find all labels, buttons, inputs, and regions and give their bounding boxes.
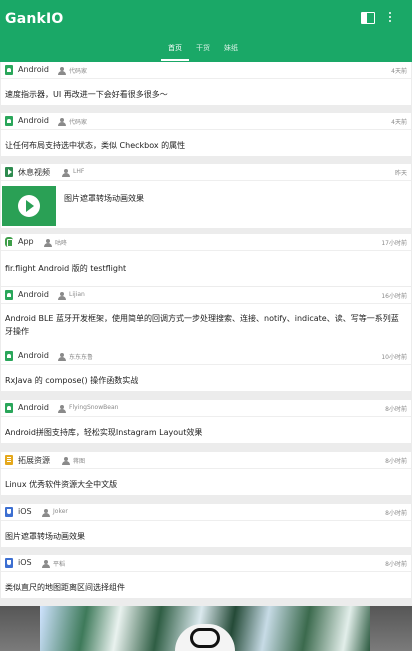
item-desc: Linux 优秀软件资源大全中文版 bbox=[5, 480, 118, 489]
play-icon bbox=[18, 195, 40, 217]
item-author: FlyingSnowBean bbox=[69, 404, 119, 411]
item-desc: fir.flight Android 版的 testflight bbox=[5, 264, 127, 273]
item-type: 拓展资源 bbox=[18, 456, 50, 465]
ios-icon bbox=[5, 558, 13, 568]
item-time: 16小时前 bbox=[381, 293, 407, 300]
item-header: Android 东东东鲁 10小时前 bbox=[1, 348, 411, 365]
android-icon bbox=[5, 351, 13, 361]
girl-photo[interactable] bbox=[0, 606, 412, 651]
app-title: GankIO bbox=[5, 11, 64, 27]
android-icon bbox=[5, 290, 13, 300]
item-type: Android bbox=[18, 351, 49, 360]
item-header: App 咕咚 17小时前 bbox=[1, 234, 411, 251]
list-item[interactable]: Android 代码家 4天前 让任何布局支持选中状态，类似 Checkbox … bbox=[1, 113, 411, 156]
ios-icon bbox=[5, 507, 13, 517]
item-type: Android bbox=[18, 403, 49, 412]
item-author: 代码家 bbox=[69, 68, 88, 75]
item-type: App bbox=[18, 237, 34, 246]
item-time: 8小时前 bbox=[385, 510, 407, 517]
item-desc: 让任何布局支持选中状态，类似 Checkbox 的属性 bbox=[5, 141, 186, 150]
item-author: LHF bbox=[73, 168, 85, 175]
item-desc: 类似直尺的地图距离区间选择组件 bbox=[5, 583, 125, 592]
person-icon bbox=[58, 353, 66, 361]
item-type: Android bbox=[18, 116, 49, 125]
item-header: iOS Joker 8小时前 bbox=[1, 504, 411, 521]
item-author: 平稻 bbox=[53, 561, 66, 568]
item-time: 4天前 bbox=[391, 119, 407, 126]
person-icon bbox=[58, 292, 66, 300]
list-item[interactable]: Android 代码家 4天前 速度指示器，UI 再改进一下会好看很多很多～ bbox=[1, 62, 411, 105]
item-desc: 图片遮罩转场动画效果 bbox=[5, 532, 85, 541]
photo-number-mark bbox=[190, 628, 220, 648]
list-item[interactable]: 休息视频 LHF 昨天 图片遮罩转场动画效果 bbox=[1, 164, 411, 228]
video-thumbnail[interactable] bbox=[2, 186, 56, 226]
item-header: Android 代码家 4天前 bbox=[1, 62, 411, 79]
item-type: iOS bbox=[18, 558, 32, 567]
list-item[interactable]: 拓展资源 蒋图 8小时前 Linux 优秀软件资源大全中文版 bbox=[1, 452, 411, 495]
tab-girls[interactable]: 妹纸 bbox=[219, 40, 243, 62]
tab-goods[interactable]: 干货 bbox=[191, 40, 215, 62]
person-icon bbox=[42, 560, 50, 568]
person-icon bbox=[58, 67, 66, 75]
list-item[interactable]: App 咕咚 17小时前 fir.flight Android 版的 testf… bbox=[1, 234, 411, 286]
item-desc: 速度指示器，UI 再改进一下会好看很多很多～ bbox=[5, 90, 168, 99]
item-type: iOS bbox=[18, 507, 32, 516]
item-time: 8小时前 bbox=[385, 458, 407, 465]
list-item[interactable]: Android Lijian 16小时前 Android BLE 蓝牙开发框架，… bbox=[1, 287, 411, 353]
list-item[interactable]: Android 东东东鲁 10小时前 RxJava 的 compose() 操作… bbox=[1, 348, 411, 391]
list-item[interactable]: iOS 平稻 8小时前 类似直尺的地图距离区间选择组件 bbox=[1, 555, 411, 598]
item-header: 拓展资源 蒋图 8小时前 bbox=[1, 452, 411, 469]
person-icon bbox=[58, 405, 66, 413]
item-time: 10小时前 bbox=[381, 354, 407, 361]
item-author: Joker bbox=[53, 508, 68, 515]
item-author: 东东东鲁 bbox=[69, 354, 94, 361]
item-author: 咕咚 bbox=[55, 240, 68, 247]
item-time: 昨天 bbox=[394, 170, 407, 177]
person-icon bbox=[42, 509, 50, 517]
item-time: 8小时前 bbox=[385, 561, 407, 568]
item-type: Android bbox=[18, 290, 49, 299]
person-icon bbox=[62, 169, 70, 177]
item-header: Android Lijian 16小时前 bbox=[1, 287, 411, 304]
item-desc: RxJava 的 compose() 操作函数实战 bbox=[5, 376, 139, 385]
item-desc: Android拼图支持库，轻松实现Instagram Layout效果 bbox=[5, 428, 203, 437]
item-desc: Android BLE 蓝牙开发框架，使用简单的回调方式一步处理搜索、连接、no… bbox=[5, 314, 399, 336]
item-type: Android bbox=[18, 65, 49, 74]
resource-icon bbox=[5, 455, 13, 465]
person-icon bbox=[62, 457, 70, 465]
view-toggle-icon[interactable] bbox=[361, 12, 375, 24]
item-time: 4天前 bbox=[391, 68, 407, 75]
item-author: 代码家 bbox=[69, 119, 88, 126]
item-author: 蒋图 bbox=[73, 458, 86, 465]
android-icon bbox=[5, 403, 13, 413]
item-header: Android 代码家 4天前 bbox=[1, 113, 411, 130]
video-icon bbox=[5, 167, 13, 177]
person-icon bbox=[44, 239, 52, 247]
list-item[interactable]: Android FlyingSnowBean 8小时前 Android拼图支持库… bbox=[1, 400, 411, 443]
item-header: 休息视频 LHF 昨天 bbox=[1, 164, 411, 181]
person-icon bbox=[58, 118, 66, 126]
android-icon bbox=[5, 116, 13, 126]
item-header: Android FlyingSnowBean 8小时前 bbox=[1, 400, 411, 417]
item-desc: 图片遮罩转场动画效果 bbox=[64, 194, 144, 203]
android-icon bbox=[5, 65, 13, 75]
item-author: Lijian bbox=[69, 291, 85, 298]
app-bar: GankIO 首页 干货 妹纸 bbox=[0, 0, 412, 62]
tab-indicator bbox=[161, 59, 189, 61]
list-item[interactable]: iOS Joker 8小时前 图片遮罩转场动画效果 bbox=[1, 504, 411, 547]
tab-bar: 首页 干货 妹纸 bbox=[0, 40, 412, 62]
item-time: 8小时前 bbox=[385, 406, 407, 413]
item-type: 休息视频 bbox=[18, 168, 50, 177]
app-icon bbox=[5, 237, 13, 247]
item-header: iOS 平稻 8小时前 bbox=[1, 555, 411, 572]
more-icon[interactable] bbox=[386, 12, 394, 24]
item-time: 17小时前 bbox=[381, 240, 407, 247]
